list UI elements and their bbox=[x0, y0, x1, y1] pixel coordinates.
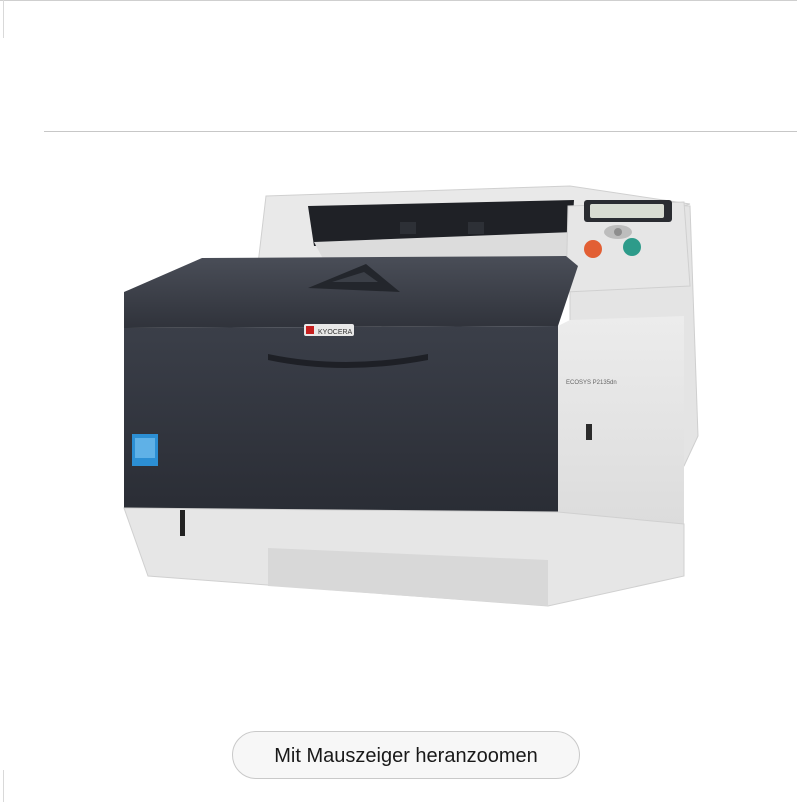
svg-text:ECOSYS P2135dn: ECOSYS P2135dn bbox=[566, 380, 617, 386]
kyocera-brand-mark: KYOCERA bbox=[318, 329, 353, 336]
left-border bbox=[3, 0, 4, 38]
zoom-with-mouse-button[interactable]: Mit Mauszeiger heranzoomen bbox=[232, 731, 580, 779]
printer-product-image[interactable]: KYOCERA ECOSYS P2135dn Ecosys bbox=[118, 176, 700, 616]
section-divider bbox=[44, 131, 797, 132]
bottom-left-border bbox=[3, 770, 4, 802]
top-border bbox=[0, 0, 797, 1]
